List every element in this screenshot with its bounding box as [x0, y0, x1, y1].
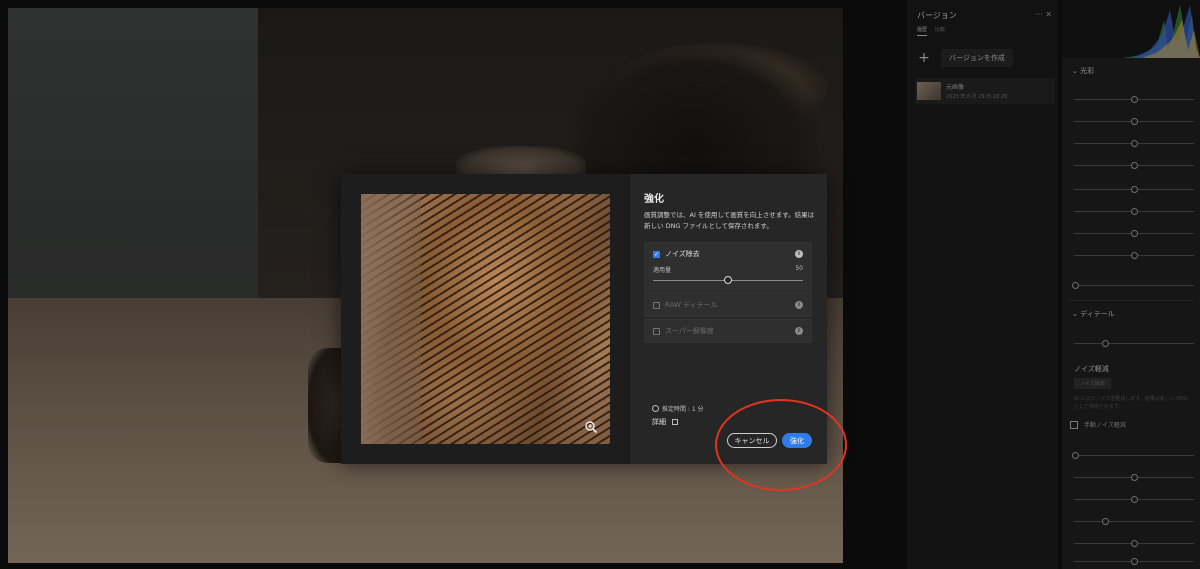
raw-details-label: RAW ディテール: [665, 301, 718, 309]
noise-reduction-heading: ノイズ軽減: [1074, 365, 1109, 373]
dialog-description: 画質調整では、AI を使用して画質を向上させます。結果は新しい DNG ファイル…: [644, 211, 815, 230]
manual-noise-toggle[interactable]: 手動ノイズ軽減: [1070, 420, 1126, 429]
histogram: [1062, 0, 1200, 58]
versions-title: バージョン: [917, 11, 957, 20]
version-date: 2023 年 6 月 29 日 18:28: [946, 94, 1008, 100]
tab-history[interactable]: 履歴: [917, 26, 928, 36]
estimated-time-text: 推定時間 : 1 分: [662, 406, 704, 413]
slider-row: [1074, 548, 1194, 569]
section-light[interactable]: ⌄ 光彩: [1072, 66, 1094, 76]
panel-more-icon[interactable]: ··· ✕: [1035, 10, 1052, 19]
clock-icon: [652, 405, 659, 412]
slider-row: [1074, 242, 1194, 264]
slider-knob[interactable]: [1102, 518, 1109, 525]
version-name: 元画像: [946, 84, 965, 91]
dialog-title: 強化: [644, 194, 664, 205]
options-pane: 強化 画質調整では、AI を使用して画質を向上させます。結果は新しい DNG フ…: [630, 174, 827, 464]
slider-knob[interactable]: [1131, 540, 1138, 547]
version-thumbnail: [917, 82, 941, 100]
slider-knob[interactable]: [1131, 558, 1138, 565]
preview-pane: [341, 174, 630, 464]
edit-panel: ⌄ 光彩 ⌄ ディテール ノイズ軽減 ノイズ除去 AI によりノイズを軽減します…: [1062, 0, 1200, 569]
denoise-amount-slider[interactable]: 適用量 50: [653, 265, 803, 287]
slider-knob[interactable]: [1072, 282, 1079, 289]
slider-row: [1074, 86, 1194, 108]
super-resolution-label: スーパー解像度: [665, 327, 714, 335]
option-super-resolution: スーパー解像度 i: [644, 319, 812, 343]
slider-row: [1074, 464, 1194, 486]
details-link-text[interactable]: 詳細: [652, 417, 666, 427]
section-detail[interactable]: ⌄ ディテール: [1072, 309, 1115, 319]
noise-reduction-button[interactable]: ノイズ除去: [1074, 378, 1111, 389]
slider-knob[interactable]: [1131, 118, 1138, 125]
enhance-dialog: 強化 画質調整では、AI を使用して画質を向上させます。結果は新しい DNG フ…: [341, 174, 827, 464]
slider-row: [1072, 442, 1194, 464]
slider-knob[interactable]: [1131, 230, 1138, 237]
info-icon[interactable]: i: [795, 301, 803, 309]
preview-shading: [361, 194, 421, 444]
slider-knob[interactable]: [1131, 208, 1138, 215]
slider-row: [1074, 108, 1194, 130]
slider-knob[interactable]: [1131, 162, 1138, 169]
slider-row: [1074, 152, 1194, 174]
details-link[interactable]: 詳細: [652, 417, 678, 427]
versions-tabs: 履歴 比較: [917, 26, 945, 36]
slider-row: [1074, 130, 1194, 152]
slider-knob[interactable]: [1131, 96, 1138, 103]
super-resolution-checkbox[interactable]: [653, 327, 660, 335]
slider-knob[interactable]: [1131, 186, 1138, 193]
denoise-checkbox[interactable]: ✓: [653, 250, 660, 258]
slider-row: [1074, 508, 1194, 530]
create-version-button[interactable]: バージョンを作成: [941, 49, 1013, 67]
slider-knob[interactable]: [724, 276, 732, 284]
slider-row: [1074, 176, 1194, 198]
slider-row: [1072, 272, 1194, 294]
amount-value: 50: [795, 265, 803, 272]
info-icon[interactable]: i: [795, 327, 803, 335]
slider-knob[interactable]: [1131, 496, 1138, 503]
amount-label: 適用量: [653, 267, 672, 274]
slider-knob[interactable]: [1102, 340, 1109, 347]
slider-row: [1074, 198, 1194, 220]
slider-row: [1074, 330, 1194, 352]
option-denoise: ✓ ノイズ除去 i 適用量 50: [644, 242, 812, 294]
tab-compare[interactable]: 比較: [935, 26, 945, 36]
denoise-label: ノイズ除去: [665, 250, 700, 258]
enhance-button[interactable]: 強化: [782, 433, 812, 448]
slider-knob[interactable]: [1131, 252, 1138, 259]
info-icon[interactable]: i: [795, 250, 803, 258]
raw-details-checkbox[interactable]: [653, 301, 660, 309]
manual-noise-label: 手動ノイズ軽減: [1084, 422, 1126, 429]
slider-knob[interactable]: [1072, 452, 1079, 459]
preview-image[interactable]: [361, 194, 610, 444]
slider-knob[interactable]: [1131, 140, 1138, 147]
slider-row: [1074, 486, 1194, 508]
divider: [1068, 300, 1194, 301]
external-link-icon: [672, 419, 678, 425]
option-raw-details: RAW ディテール i: [644, 293, 812, 317]
version-item[interactable]: 元画像 2023 年 6 月 29 日 18:28: [915, 78, 1055, 104]
create-version[interactable]: + バージョンを作成: [917, 48, 1057, 68]
noise-reduction-description: AI によりノイズを軽減します。結果は新しい DNG として保存されます。: [1074, 396, 1188, 410]
slider-knob[interactable]: [1131, 474, 1138, 481]
plus-icon: +: [918, 50, 930, 66]
estimated-time: 推定時間 : 1 分: [652, 404, 704, 413]
cancel-button[interactable]: キャンセル: [727, 433, 777, 448]
checkbox-icon: [1070, 420, 1078, 429]
slider-row: [1074, 220, 1194, 242]
zoom-icon[interactable]: [584, 420, 598, 434]
versions-panel: バージョン ··· ✕ 履歴 比較 + バージョンを作成 元画像 2023 年 …: [908, 0, 1058, 569]
